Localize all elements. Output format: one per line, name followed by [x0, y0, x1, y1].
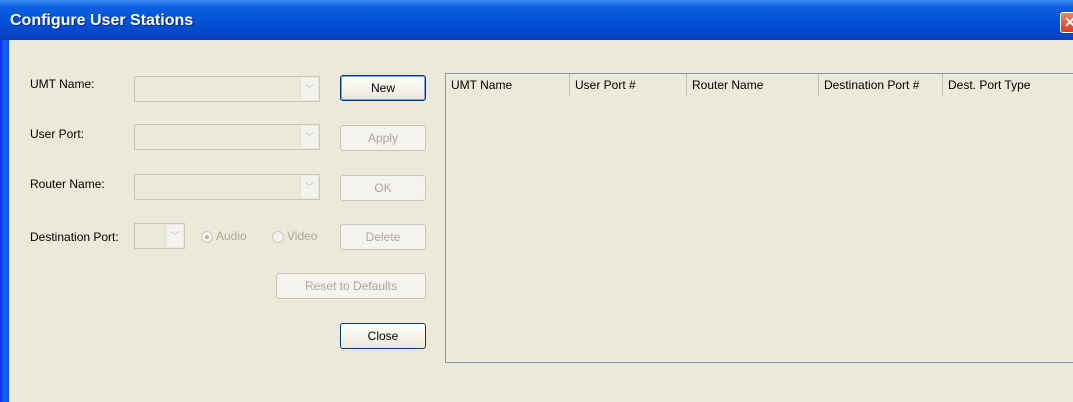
umt-name-dropdown[interactable]: ﹀	[134, 76, 320, 102]
reset-to-defaults-button[interactable]: Reset to Defaults	[276, 273, 426, 299]
router-name-dropdown[interactable]: ﹀	[134, 174, 320, 200]
configure-user-stations-dialog: Configure User Stations ✕ UMT Name: ﹀ Ne…	[0, 0, 1073, 402]
video-radio-label: Video	[287, 229, 318, 243]
video-radio[interactable]: Video	[272, 229, 317, 243]
close-icon: ✕	[1064, 14, 1073, 30]
umt-name-label: UMT Name:	[30, 77, 95, 91]
column-header-user-port[interactable]: User Port #	[570, 74, 687, 96]
user-port-dropdown[interactable]: ﹀	[134, 124, 320, 150]
column-header-destination-port[interactable]: Destination Port #	[819, 74, 943, 96]
chevron-down-icon[interactable]: ﹀	[300, 176, 318, 198]
radio-unchecked-icon[interactable]	[272, 230, 284, 243]
window-frame-left	[0, 40, 9, 402]
column-header-umt-name[interactable]: UMT Name	[446, 74, 570, 96]
chevron-down-icon[interactable]: ﹀	[300, 78, 318, 100]
audio-radio-label: Audio	[216, 229, 247, 243]
user-port-label: User Port:	[30, 127, 85, 141]
router-name-label: Router Name:	[30, 177, 105, 191]
chevron-down-icon[interactable]: ﹀	[165, 225, 183, 247]
ok-button[interactable]: OK	[340, 175, 426, 201]
apply-button[interactable]: Apply	[340, 125, 426, 151]
table-header: UMT Name User Port # Router Name Destina…	[446, 74, 1073, 97]
column-header-dest-port-type[interactable]: Dest. Port Type	[943, 74, 1073, 96]
delete-button[interactable]: Delete	[340, 224, 426, 250]
close-button[interactable]: Close	[340, 323, 426, 349]
close-window-button[interactable]: ✕	[1060, 12, 1073, 33]
title-bar[interactable]: Configure User Stations ✕	[0, 0, 1073, 40]
audio-radio[interactable]: Audio	[201, 229, 247, 243]
new-button[interactable]: New	[340, 75, 426, 101]
column-header-router-name[interactable]: Router Name	[687, 74, 819, 96]
user-stations-table[interactable]: UMT Name User Port # Router Name Destina…	[445, 73, 1073, 363]
window-title: Configure User Stations	[10, 12, 194, 29]
destination-port-label: Destination Port:	[30, 230, 119, 244]
radio-checked-icon[interactable]	[201, 230, 213, 243]
destination-port-dropdown[interactable]: ﹀	[134, 223, 185, 249]
chevron-down-icon[interactable]: ﹀	[300, 126, 318, 148]
